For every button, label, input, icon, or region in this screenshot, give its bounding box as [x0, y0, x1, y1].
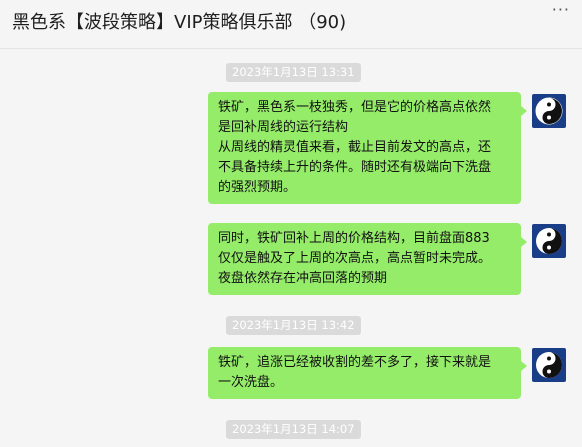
timestamp: 2023年1月13日 14:07 [226, 420, 361, 439]
message-line: 仅仅是触及了上周的次高点，高点暂时未完成。 [218, 251, 492, 266]
more-options-button[interactable]: ··· [552, 0, 570, 19]
chat-header: 黑色系【波段策略】VIP策略俱乐部 （90) ··· [0, 0, 582, 49]
message-bubble[interactable]: 铁矿，追涨已经被收割的差不多了，接下来就是 一次洗盘。 [208, 347, 527, 399]
message-list[interactable]: 2023年1月13日 13:31 铁矿，黑色系一枝独秀，但是它的价格高点依然 是… [0, 49, 582, 447]
avatar[interactable] [532, 94, 566, 128]
message-line: 夜盘依然存在冲高回落的预期 [218, 271, 388, 286]
message-line: 是回补周线的运行结构 [218, 120, 349, 135]
message-line: 一次洗盘。 [218, 375, 284, 390]
message-line: 铁矿，黑色系一枝独秀，但是它的价格高点依然 [218, 100, 492, 115]
yin-yang-icon [535, 97, 563, 125]
avatar[interactable] [532, 348, 566, 382]
message-bubble[interactable]: 同时，铁矿回补上周的价格结构，目前盘面883 仅仅是触及了上周的次高点，高点暂时… [208, 223, 527, 295]
message-line: 从周线的精灵值来看，截止目前发文的高点，还 [218, 140, 492, 155]
message-line: 铁矿，追涨已经被收割的差不多了，接下来就是 [218, 355, 492, 370]
chat-title: 黑色系【波段策略】VIP策略俱乐部 （90) [12, 12, 347, 33]
message-bubble[interactable]: 铁矿，黑色系一枝独秀，但是它的价格高点依然 是回补周线的运行结构 从周线的精灵值… [208, 92, 527, 204]
message-line: 不具备持续上升的条件。随时还有极端向下洗盘 [218, 160, 492, 175]
timestamp: 2023年1月13日 13:42 [226, 316, 361, 335]
yin-yang-icon [536, 352, 562, 378]
timestamp: 2023年1月13日 13:31 [226, 63, 361, 82]
message-line: 的强烈预期。 [218, 180, 297, 195]
yin-yang-icon [536, 228, 562, 254]
message-line: 同时，铁矿回补上周的价格结构，目前盘面883 [218, 231, 490, 246]
avatar[interactable] [532, 224, 566, 258]
